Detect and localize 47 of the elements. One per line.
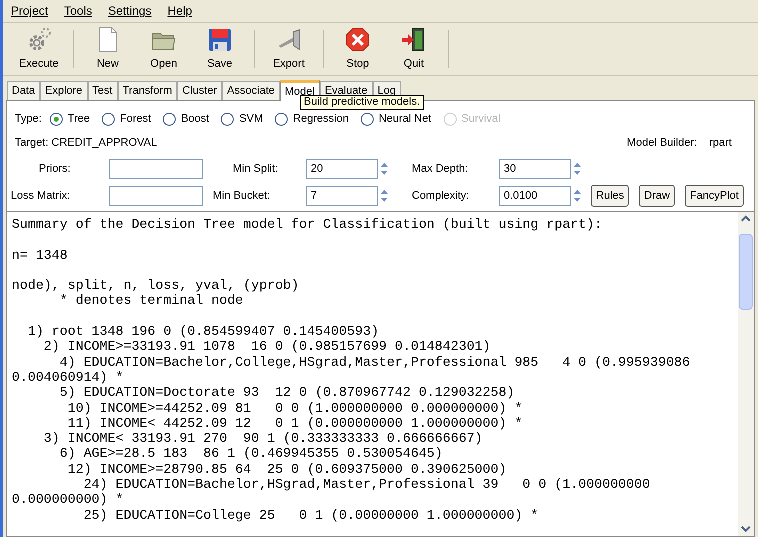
spinner-field[interactable]: 30	[499, 159, 571, 179]
model-builder-value: rpart	[709, 136, 732, 151]
spinner-field[interactable]: 0.0100	[499, 186, 571, 206]
action-button[interactable]: Draw	[639, 185, 676, 207]
field-label: Min Split:	[233, 162, 278, 175]
action-button[interactable]: FancyPlot	[685, 185, 744, 207]
toolbar-button[interactable]: Export	[261, 24, 317, 74]
toolbar-button[interactable]: Open	[136, 24, 192, 74]
field-label: Priors:	[38, 162, 72, 177]
type-label: Type:	[15, 112, 42, 127]
input-field[interactable]	[109, 186, 203, 206]
input-field[interactable]	[109, 159, 203, 179]
tab[interactable]: Explore	[40, 81, 88, 100]
action-button[interactable]: Rules	[591, 185, 630, 207]
radio-button[interactable]: Forest	[102, 110, 158, 128]
field-label: Loss Matrix:	[11, 188, 72, 204]
field-label: Min Bucket:	[213, 190, 270, 202]
output-text: Summary of the Decision Tree model for Classification (built using rpart): n= 1348 node), split, n, loss, yval, (yprob) * denotes terminal node 1) root 1348 196 0 (0.854599407 0.145400593) 2) INCOME>=33193.91 1078 16 0 (0.985157699 0.014842301) 4) EDUCATION=Bachelor,College,HSgrad,Master,Professional 985 4 0 (0.995939086 0.004060914) * 5) EDUCATION=Doctorate 93 12 0 (0.870967742 0.129032258) 10) INCOME>=44252.09 81 0 0 (1.000000000 0.000000000) * 11) INCOME< 44252.09 12 0 1 (0.000000000 1.000000000) * 3) INCOME< 33193.91 270 90 1 (0.333333333 0.666666667) 6) AGE>=28.5 183 86 1 (0.469945355 0.530054645) 12) INCOME>=28790.85 64 25 0 (0.609375000 0.390625000) 24) EDUCATION=Bachelor,HSgrad,Master,Professional 39 0 0 (1.000000000 0.000000000) * 25) EDUCATION=College 25 0 1 (0.00000000 1.000000000) *	[11, 216, 692, 525]
scroll-thumb[interactable]	[739, 234, 753, 310]
field-label: Complexity:	[412, 190, 470, 202]
menu-item[interactable]: Project	[11, 2, 48, 20]
toolbar-button[interactable]: Save	[192, 24, 248, 74]
radio-button[interactable]: Boost	[163, 110, 216, 128]
tooltip: Build predictive models.	[300, 95, 424, 110]
spinner-field[interactable]: 7	[306, 186, 378, 206]
radio-button[interactable]: Tree	[50, 110, 96, 128]
toolbar-button[interactable]: Execute	[11, 24, 67, 74]
menu-item[interactable]: Settings	[108, 2, 152, 20]
toolbar-button[interactable]: Stop	[330, 24, 386, 74]
tab[interactable]: Cluster	[177, 81, 222, 100]
radio-button[interactable]: Regression	[275, 110, 355, 128]
tab[interactable]: Transform	[118, 81, 178, 100]
target-label: Target: CREDIT_APPROVAL	[15, 136, 158, 151]
toolbar-button[interactable]: New	[80, 24, 136, 74]
spinner-field[interactable]: 20	[306, 159, 378, 179]
toolbar-button[interactable]: Quit	[386, 24, 442, 74]
stop-icon	[344, 26, 372, 54]
tab[interactable]: Test	[88, 81, 118, 100]
tab[interactable]: Data	[7, 81, 40, 100]
radio-button[interactable]: SVM	[221, 110, 270, 128]
field-label: Max Depth:	[412, 162, 468, 175]
scrollbar[interactable]	[738, 212, 754, 536]
menu-item[interactable]: Tools	[64, 2, 92, 20]
model-builder-label: Model Builder:	[627, 136, 698, 151]
menu-item[interactable]: Help	[168, 2, 192, 20]
radio-button[interactable]: Neural Net	[360, 110, 438, 128]
tab[interactable]: Associate	[222, 81, 280, 100]
